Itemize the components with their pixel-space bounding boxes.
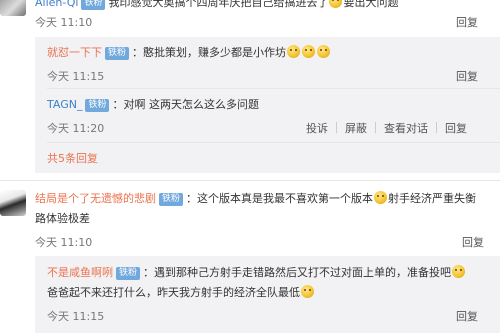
grin-emoji-icon xyxy=(301,285,314,298)
grin-emoji-icon xyxy=(317,45,331,58)
timestamp: 今天 11:10 xyxy=(35,236,93,249)
grin-emoji-icon xyxy=(287,45,301,58)
view-conversation-button[interactable]: 查看对话 xyxy=(384,122,428,135)
fan-badge: 铁粉 xyxy=(116,267,141,280)
divider xyxy=(47,142,500,143)
reply-line: 就怼一下下 铁粉 ：憨批策划，赚多少都是小作坊 xyxy=(47,44,331,60)
reply-text: ：憨批策划，赚多少都是小作坊 xyxy=(132,46,287,59)
comment-line: 结局是个了无遗憾的悲剧 铁粉 ：这个版本真是我最不喜欢第一个版本 射手经济严重失衡 xyxy=(35,190,476,206)
comment-text-tail: 要出大问题 xyxy=(343,0,399,9)
smile-emoji-icon xyxy=(329,0,343,8)
comment-text: ：这个版本真是我最不喜欢第一个版本 xyxy=(186,192,374,205)
fan-badge: 铁粉 xyxy=(159,193,184,206)
reply-line: 不是咸鱼啊咧 铁粉 ：遇到那种己方射手走错路然后又打不过对面上单的，准备投吧 xyxy=(47,264,466,280)
grin-emoji-icon xyxy=(302,45,316,58)
timestamp: 今天 11:10 xyxy=(35,16,93,29)
comment-text-line2: 路体验极差 xyxy=(35,212,90,225)
fan-badge: 铁粉 xyxy=(85,99,110,112)
separator xyxy=(375,122,376,133)
avatar[interactable] xyxy=(0,190,26,216)
reply-line: TAGN_ 铁粉 ：对啊 这两天怎么这么多问题 xyxy=(47,96,259,112)
comment-text-b: 射手经济严重失衡 xyxy=(388,192,477,205)
username[interactable]: TAGN_ xyxy=(47,98,82,111)
timestamp: 今天 11:20 xyxy=(47,122,105,135)
fan-badge: 铁粉 xyxy=(81,0,106,10)
reply-button[interactable]: 回复 xyxy=(456,68,478,84)
comment-line: Allen-Qi 铁粉 我印感觉大奥搞个四周年庆把自己给搞进去了 要出大问题 xyxy=(35,0,398,10)
username[interactable]: 就怼一下下 xyxy=(47,46,102,59)
fan-badge: 铁粉 xyxy=(105,47,130,60)
smile-emoji-icon xyxy=(374,191,388,204)
reply-text: ：遇到那种己方射手走错路然后又打不过对面上单的，准备投吧 xyxy=(143,266,452,279)
report-button[interactable]: 投诉 xyxy=(306,122,328,135)
avatar[interactable] xyxy=(0,0,26,16)
divider xyxy=(47,88,500,89)
reply-button[interactable]: 回复 xyxy=(462,234,484,250)
reply-actions: 投诉 屏蔽 查看对话 回复 xyxy=(306,120,467,136)
reply-text-line2: 爸爸起不来还打什么，昨天我方射手的经济全队最低 xyxy=(47,284,315,300)
reply-button[interactable]: 回复 xyxy=(456,14,478,30)
separator xyxy=(436,122,437,133)
username[interactable]: 结局是个了无遗憾的悲剧 xyxy=(35,192,156,205)
timestamp: 今天 11:15 xyxy=(47,310,105,323)
timestamp: 今天 11:15 xyxy=(47,70,105,83)
reply-text-line2-content: 爸爸起不来还打什么，昨天我方射手的经济全队最低 xyxy=(47,286,300,299)
reply-button[interactable]: 回复 xyxy=(445,122,467,135)
username[interactable]: Allen-Qi xyxy=(35,0,78,9)
reply-button[interactable]: 回复 xyxy=(456,308,478,324)
comment-text: 我印感觉大奥搞个四周年庆把自己给搞进去了 xyxy=(108,0,329,9)
username[interactable]: 不是咸鱼啊咧 xyxy=(47,266,113,279)
reply-text: ：对啊 这两天怎么这么多问题 xyxy=(112,98,259,111)
separator xyxy=(336,122,337,133)
more-replies-link[interactable]: 共5条回复 xyxy=(47,150,98,166)
divider xyxy=(0,180,500,181)
smile-emoji-icon xyxy=(452,265,466,278)
block-button[interactable]: 屏蔽 xyxy=(345,122,367,135)
